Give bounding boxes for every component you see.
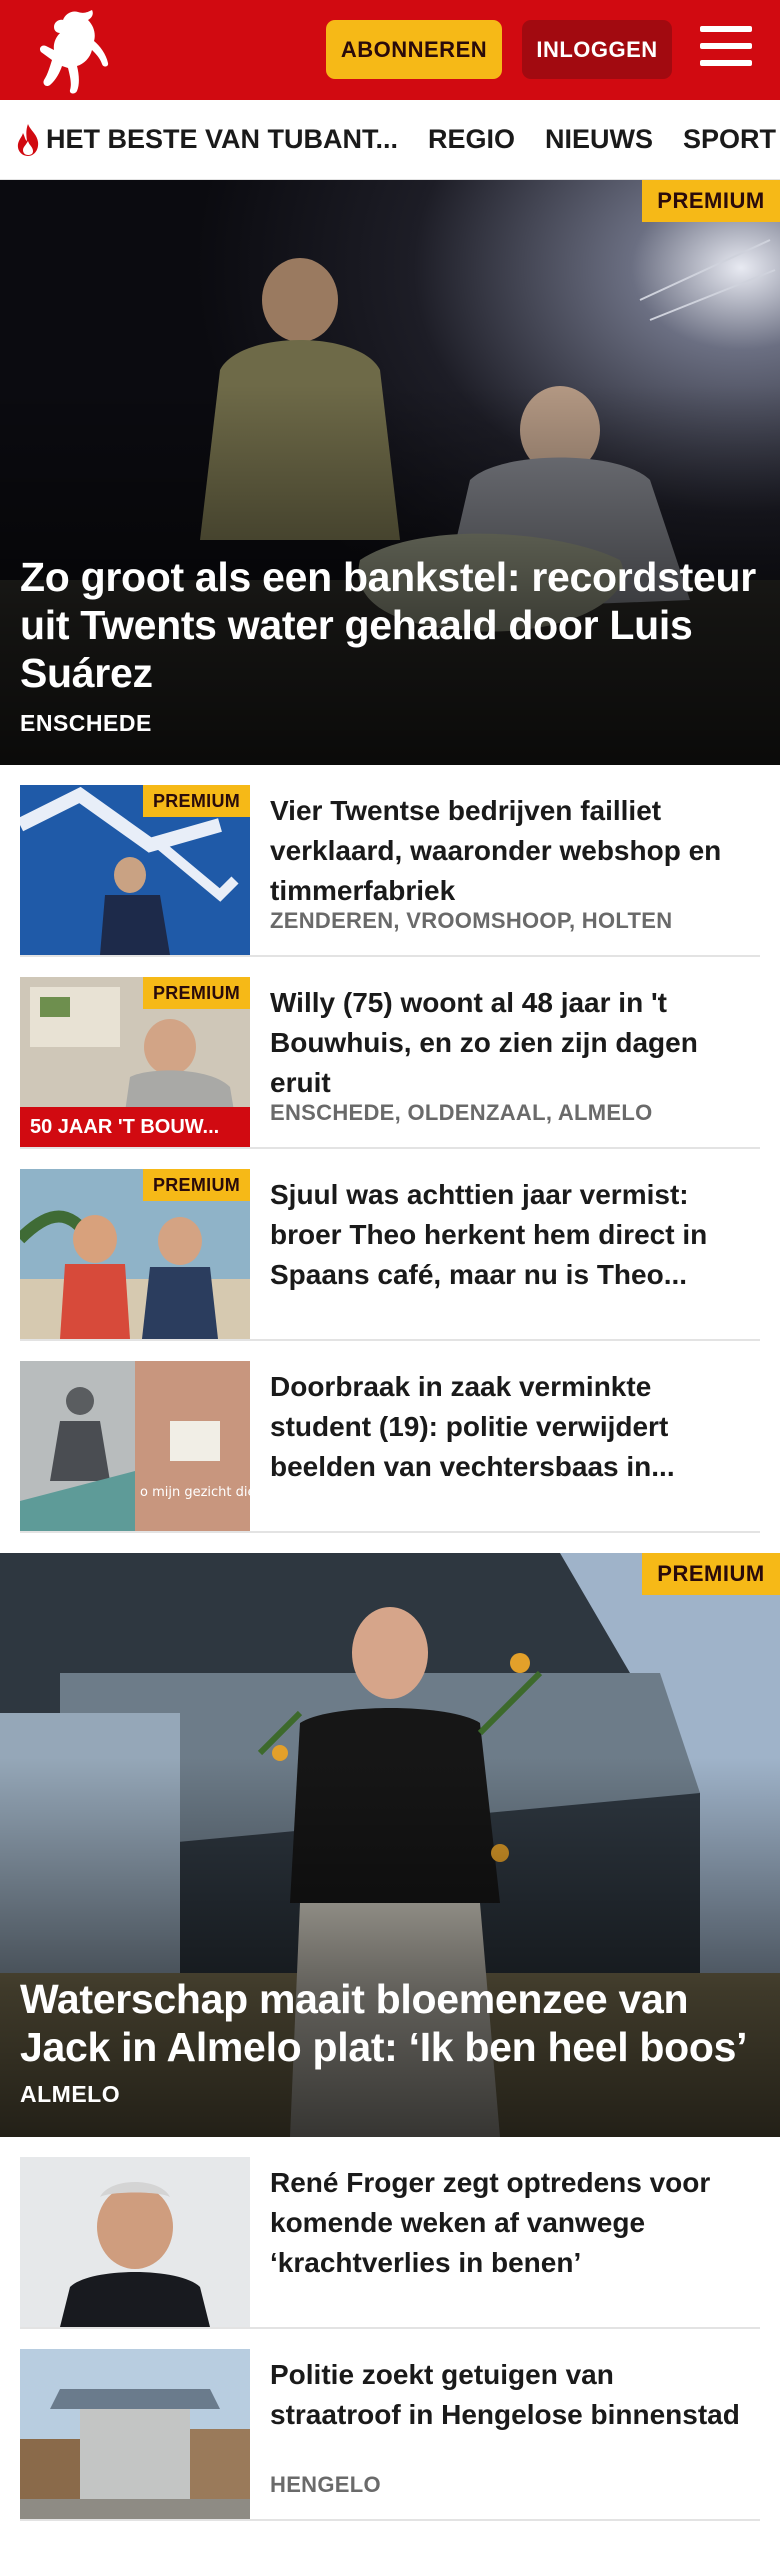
- flame-icon: [17, 123, 39, 156]
- article-location: ZENDEREN, VROOMSHOOP, HOLTEN: [270, 908, 673, 933]
- article-thumbnail: [20, 2157, 250, 2327]
- tubantia-horse-logo-icon[interactable]: [32, 6, 112, 94]
- article-headline[interactable]: René Froger zegt optredens voor komende …: [270, 2163, 750, 2283]
- nav-item-regio[interactable]: REGIO: [428, 124, 515, 155]
- login-button[interactable]: INLOGGEN: [522, 20, 672, 79]
- premium-badge: PREMIUM: [143, 785, 250, 817]
- list-item[interactable]: Politie zoekt getuigen van straatroof in…: [20, 2329, 760, 2521]
- article-list-top: PREMIUM Vier Twentse bedrijven failliet …: [0, 765, 780, 1533]
- article-location: ENSCHEDE, OLDENZAAL, ALMELO: [270, 1100, 653, 1125]
- hamburger-menu-icon[interactable]: [700, 26, 752, 72]
- article-headline[interactable]: Doorbraak in zaak verminkte student (19)…: [270, 1367, 750, 1487]
- nav-item-best-of[interactable]: HET BESTE VAN TUBANT...: [14, 123, 398, 157]
- section-nav: HET BESTE VAN TUBANT... REGIO NIEUWS SPO…: [0, 100, 780, 180]
- premium-badge: PREMIUM: [642, 180, 780, 222]
- series-label: 50 JAAR 'T BOUW...: [20, 1107, 250, 1147]
- list-item[interactable]: PREMIUM Sjuul was achttien jaar vermist:…: [20, 1149, 760, 1341]
- article-thumbnail: PREMIUM 50 JAAR 'T BOUW...: [20, 977, 250, 1147]
- hero-location: ALMELO: [20, 2081, 121, 2107]
- hero-article-recordsteur[interactable]: PREMIUM Zo groot als een bankstel: recor…: [0, 180, 780, 765]
- list-item[interactable]: PREMIUM 50 JAAR 'T BOUW... Willy (75) wo…: [20, 957, 760, 1149]
- subscribe-button[interactable]: ABONNEREN: [326, 20, 502, 79]
- hero-headline[interactable]: Waterschap maait bloemenzee van Jack in …: [20, 1975, 760, 2071]
- article-location: HENGELO: [270, 2472, 381, 2497]
- hero-article-bloemenzee[interactable]: PREMIUM Waterschap maait bloemenzee van …: [0, 1553, 780, 2137]
- list-item[interactable]: PREMIUM Vier Twentse bedrijven failliet …: [20, 765, 760, 957]
- nav-item-sport[interactable]: SPORT: [683, 124, 776, 155]
- article-list-bottom: René Froger zegt optredens voor komende …: [0, 2137, 780, 2521]
- article-thumbnail: PREMIUM: [20, 785, 250, 955]
- list-item[interactable]: o mijn gezicht die r Doorbraak in zaak v…: [20, 1341, 760, 1533]
- nav-item-nieuws[interactable]: NIEUWS: [545, 124, 653, 155]
- article-headline[interactable]: Politie zoekt getuigen van straatroof in…: [270, 2355, 750, 2435]
- hero-headline[interactable]: Zo groot als een bankstel: recordsteur u…: [20, 553, 760, 697]
- premium-badge: PREMIUM: [143, 977, 250, 1009]
- list-item[interactable]: René Froger zegt optredens voor komende …: [20, 2137, 760, 2329]
- article-thumbnail: [20, 2349, 250, 2519]
- article-headline[interactable]: Vier Twentse bedrijven failliet verklaar…: [270, 791, 750, 911]
- hero-location: ENSCHEDE: [20, 710, 152, 736]
- article-headline[interactable]: Sjuul was achttien jaar vermist: broer T…: [270, 1175, 750, 1295]
- article-thumbnail: o mijn gezicht die r: [20, 1361, 250, 1531]
- thumbnail-caption: o mijn gezicht die r: [140, 1485, 250, 1500]
- article-thumbnail: PREMIUM: [20, 1169, 250, 1339]
- premium-badge: PREMIUM: [642, 1553, 780, 1595]
- nav-item-label: HET BESTE VAN TUBANT...: [46, 124, 399, 154]
- premium-badge: PREMIUM: [143, 1169, 250, 1201]
- top-bar: ABONNEREN INLOGGEN: [0, 0, 780, 100]
- article-headline[interactable]: Willy (75) woont al 48 jaar in 't Bouwhu…: [270, 983, 750, 1103]
